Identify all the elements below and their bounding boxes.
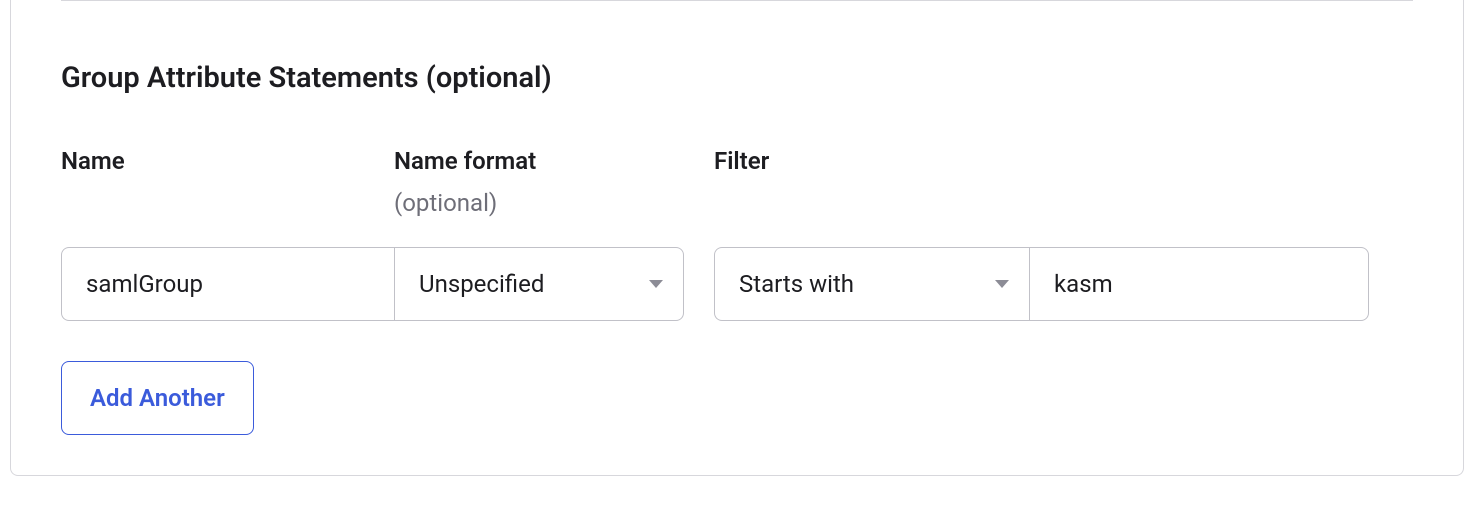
filter-value-input[interactable] [1029,247,1369,321]
name-format-value: Unspecified [419,270,544,298]
filter-type-value: Starts with [739,270,854,298]
filter-group: Starts with [714,247,1369,321]
name-input[interactable] [61,247,394,321]
format-label: Name format [394,147,684,175]
format-sublabel: (optional) [394,189,684,217]
attribute-row: Unspecified Starts with [61,247,1413,321]
name-format-select-button[interactable]: Unspecified [394,247,684,321]
name-label: Name [61,147,394,175]
chevron-down-icon [995,280,1009,288]
filter-type-select-button[interactable]: Starts with [714,247,1029,321]
column-header-format: Name format (optional) [394,147,684,217]
chevron-down-icon [649,280,663,288]
group-attribute-statements-panel: Group Attribute Statements (optional) Na… [10,0,1464,476]
filter-label: Filter [714,147,1413,175]
divider [61,0,1413,1]
column-header-filter: Filter [714,147,1413,217]
columns-header: Name Name format (optional) Filter [61,147,1413,217]
column-header-name: Name [61,147,394,217]
filter-type-select[interactable]: Starts with [714,247,1029,321]
section-title: Group Attribute Statements (optional) [61,61,1413,95]
add-another-button[interactable]: Add Another [61,361,254,435]
name-format-select[interactable]: Unspecified [394,247,684,321]
